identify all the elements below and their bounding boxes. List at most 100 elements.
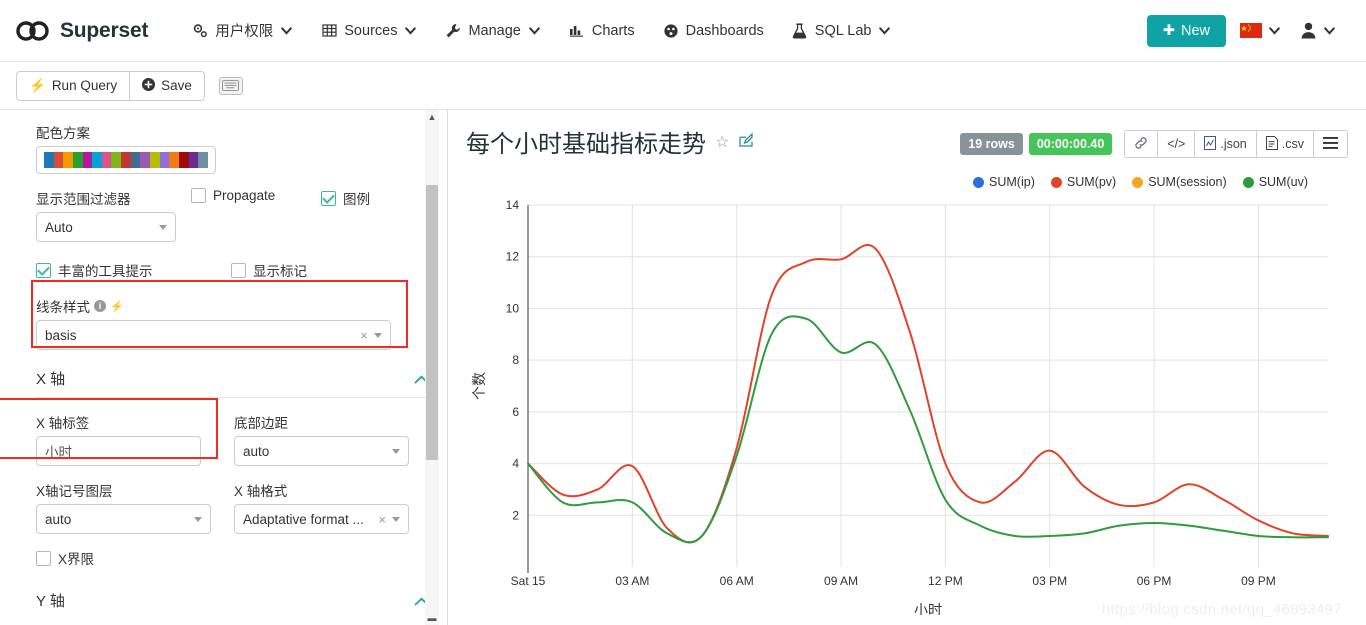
chart-export-group: </> .json .csv [1124,130,1348,158]
series-line-SUM(pv) [527,244,1329,544]
legend-checkbox[interactable]: 图例 [321,188,370,208]
chart-menu-button[interactable] [1314,130,1348,158]
nav-item-sources[interactable]: Sources [307,15,431,47]
color-swatch [63,152,73,168]
x-axis-format-label: X 轴格式 [234,484,288,499]
x-bounds-row: X界限 [36,548,429,568]
x-ticks-format-row: X轴记号图层 auto X 轴格式 Adaptative format ... … [36,480,429,534]
x-axis-format-value: Adaptative format ... [243,511,364,527]
chart-legend: SUM(ip) SUM(pv) SUM(session) SUM(uv) [466,175,1348,189]
rich-tooltip-label: 丰富的工具提示 [58,264,153,279]
y-axis-section-header[interactable]: Y 轴 [36,590,429,619]
code-icon: </> [1167,137,1186,151]
propagate-checkbox[interactable]: Propagate [191,188,321,203]
checkbox-icon [191,188,206,203]
nav-item-charts[interactable]: Charts [555,15,649,47]
bottom-margin-select[interactable]: auto [234,436,409,466]
csv-file-icon [1265,135,1278,153]
legend-color-dot [1050,176,1062,188]
nav-item-security[interactable]: 用户权限 [178,12,307,49]
legend-item[interactable]: SUM(uv) [1242,175,1308,189]
color-swatch [44,152,54,168]
export-csv-button[interactable]: .csv [1256,130,1314,158]
keyboard-icon[interactable] [218,76,243,95]
rows-badge: 19 rows [960,133,1023,155]
chart-header: 每个小时基础指标走势 ☆ 19 rows 00:00:00.40 </> .js… [466,124,1348,159]
x-axis-section-header[interactable]: X 轴 [36,368,429,397]
line-style-select[interactable]: basis × [36,320,391,350]
x-bounds-label: X界限 [58,552,95,567]
chevron-down-icon [392,448,400,454]
chevron-down-icon [281,27,293,35]
x-axis-label-input[interactable]: 小时 [36,436,201,466]
nav-item-label: Manage [468,22,521,39]
scroll-up-arrow[interactable]: ▲ [427,112,437,122]
edit-icon[interactable] [738,132,754,152]
export-json-button[interactable]: .json [1195,130,1257,158]
nav-item-dashboards[interactable]: Dashboards [649,15,778,47]
x-axis-format-select[interactable]: Adaptative format ... × [234,504,409,534]
y-axis-section-title: Y 轴 [36,593,65,610]
color-scheme-picker[interactable] [36,146,216,174]
y-tick-label: 10 [506,301,520,315]
clear-icon[interactable]: × [378,512,386,527]
x-tick-label: 09 PM [1241,574,1276,588]
color-swatch [178,152,189,168]
rich-tooltip-checkbox[interactable]: 丰富的工具提示 [36,260,231,280]
language-selector[interactable] [1234,17,1287,44]
hamburger-menu-icon [1323,136,1338,152]
legend-item[interactable]: SUM(session) [1132,175,1227,189]
run-query-button[interactable]: ⚡ Run Query [16,70,131,101]
plus-icon: ✚ [1162,22,1175,39]
checkbox-icon [231,262,246,278]
link-icon [1134,136,1148,153]
color-scheme-swatches [44,152,208,168]
legend-item[interactable]: SUM(ip) [973,175,1035,189]
color-swatch [140,152,151,168]
checkbox-icon [36,262,51,278]
user-menu[interactable] [1295,16,1342,46]
brand-logo-link[interactable]: Superset [16,19,148,43]
color-swatch [159,152,170,168]
query-button-group: ⚡ Run Query Save [16,70,205,101]
wrench-icon [445,23,461,39]
panel-scrollbar[interactable]: ▲ ▬ [425,110,439,625]
query-toolbar: ⚡ Run Query Save [0,62,1366,110]
table-icon [321,23,337,39]
save-button[interactable]: Save [130,70,205,101]
panel-scrollbar-thumb[interactable] [426,185,438,460]
navbar-right-group: ✚ New [1146,14,1350,47]
x-ticks-layout-select[interactable]: auto [36,504,211,534]
color-swatch [130,152,141,168]
x-tick-label: 12 PM [928,574,963,588]
lightning-icon: ⚡ [110,300,124,313]
line-chart-svg[interactable]: 2 4 6 8 10 12 14 Sat 15 03 AM 06 AM 09 AM 12 PM 03 P… [466,195,1346,618]
range-filter-select[interactable]: Auto [36,212,176,242]
share-link-button[interactable] [1124,130,1159,158]
user-icon [1301,22,1317,40]
show-markers-checkbox[interactable]: 显示标记 [231,260,307,280]
checkbox-icon [36,550,51,566]
bottom-margin-label: 底部边距 [234,416,288,431]
export-csv-label: .csv [1281,137,1304,151]
bottom-margin-value: auto [243,443,270,459]
plus-circle-icon [142,77,156,94]
chart-action-bar: 19 rows 00:00:00.40 </> .json .csv [960,124,1348,158]
new-button[interactable]: ✚ New [1146,14,1226,47]
nav-item-manage[interactable]: Manage [431,15,554,47]
chevron-down-icon [194,516,202,522]
lightning-icon: ⚡ [29,77,46,93]
color-swatch [72,152,83,168]
legend-item[interactable]: SUM(pv) [1050,175,1116,189]
nav-item-label: 用户权限 [215,24,274,40]
nav-item-sql-lab[interactable]: SQL Lab [778,15,906,47]
x-tick-label: 09 AM [824,574,858,588]
clear-icon[interactable]: × [360,328,368,343]
x-bounds-checkbox[interactable]: X界限 [36,548,94,568]
legend-label: SUM(uv) [1258,175,1308,189]
scroll-down-arrow[interactable]: ▬ [427,613,437,623]
view-query-button[interactable]: </> [1158,130,1196,158]
color-swatch [101,152,112,168]
star-icon[interactable]: ☆ [715,132,729,152]
info-icon[interactable]: i [94,300,106,312]
